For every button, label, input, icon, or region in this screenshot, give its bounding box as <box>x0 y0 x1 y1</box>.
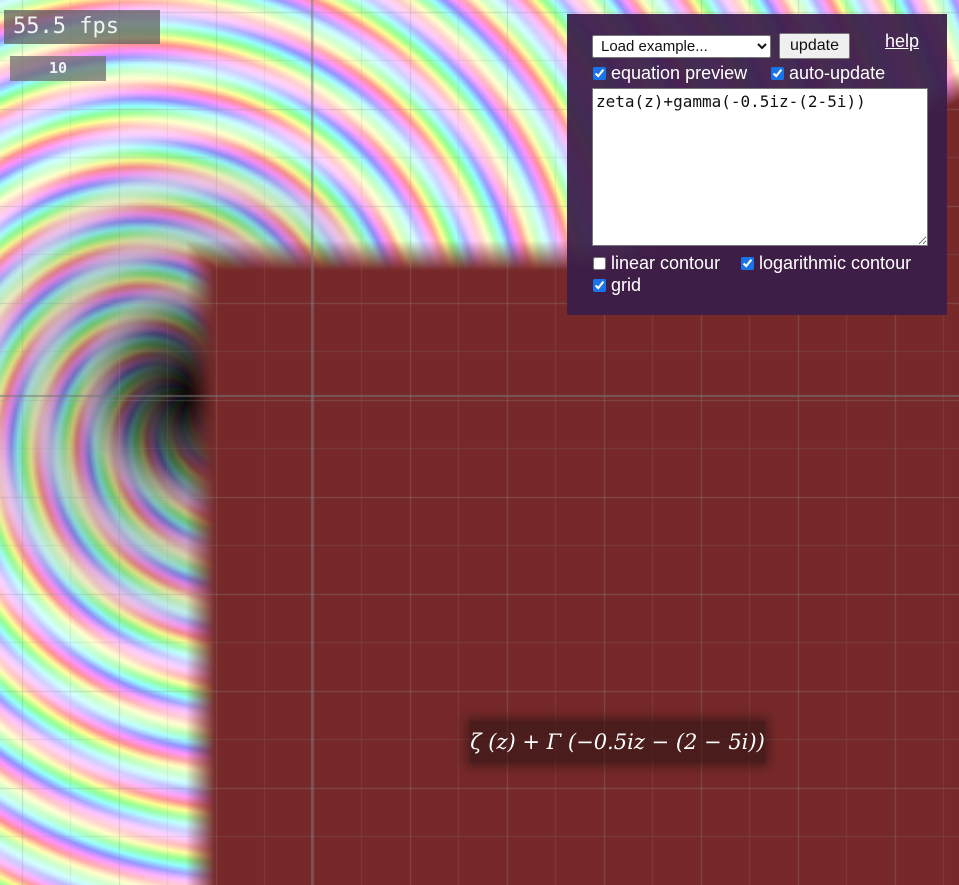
control-panel: Load example... update help equation pre… <box>567 14 947 315</box>
equation-preview-option[interactable]: equation preview <box>593 63 747 84</box>
update-button[interactable]: update <box>779 33 850 59</box>
linear-contour-label: linear contour <box>611 253 721 273</box>
linear-contour-checkbox[interactable] <box>593 257 606 270</box>
help-link[interactable]: help <box>885 31 919 52</box>
grid-checkbox[interactable] <box>593 279 606 292</box>
logarithmic-contour-option[interactable]: logarithmic contour <box>741 253 911 274</box>
grid-option[interactable]: grid <box>593 275 641 296</box>
load-example-select[interactable]: Load example... <box>592 35 771 58</box>
auto-update-option[interactable]: auto-update <box>771 63 885 84</box>
equation-input[interactable] <box>592 88 928 246</box>
equation-preview-label: equation preview <box>611 63 748 83</box>
linear-contour-option[interactable]: linear contour <box>593 253 720 274</box>
logarithmic-contour-label: logarithmic contour <box>759 253 912 273</box>
auto-update-label: auto-update <box>789 63 886 83</box>
equation-preview: ζ (z) + Γ (−0.5iz − (2 − 5i)) <box>470 721 765 763</box>
logarithmic-contour-checkbox[interactable] <box>741 257 754 270</box>
frame-time-graph: 10 <box>10 56 106 81</box>
plot-viewport[interactable]: 55.5 fps 10 Load example... update help … <box>0 0 959 885</box>
fps-counter: 55.5 fps <box>4 10 160 44</box>
equation-preview-checkbox[interactable] <box>593 67 606 80</box>
auto-update-checkbox[interactable] <box>771 67 784 80</box>
grid-label: grid <box>611 275 642 295</box>
